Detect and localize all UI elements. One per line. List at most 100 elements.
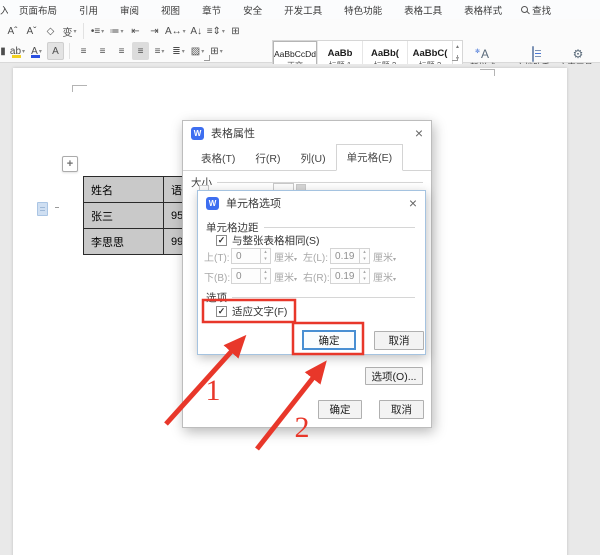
- font-color-icon[interactable]: A▾: [28, 42, 45, 60]
- tab-column[interactable]: 列(U): [291, 147, 336, 171]
- new-style-icon: A: [481, 48, 489, 61]
- menu-item-6[interactable]: 开发工具: [273, 3, 333, 17]
- pinyin-guide-icon[interactable]: 变▾: [61, 22, 78, 40]
- style-sample: AaBb(: [371, 48, 399, 59]
- tab-cell[interactable]: 单元格(E): [336, 144, 404, 171]
- ribbon-toolbar: AˆAˇ◇变▾•≡▾≔▾⇤⇥A↔▾A↓≡⇕▾⊞ ▮ab▾A▾A≡≡≡≡≡▾≣▾▨…: [0, 19, 600, 63]
- font-decrease-icon[interactable]: Aˇ: [23, 22, 40, 40]
- chevron-down-icon: ▾: [220, 48, 223, 55]
- style-sample: AaBb: [328, 48, 353, 59]
- chevron-down-icon: ▾: [39, 48, 42, 55]
- menu-item-7[interactable]: 特色功能: [333, 3, 393, 17]
- clear-format-icon[interactable]: ◇: [42, 22, 59, 40]
- align-center-icon[interactable]: ≡: [94, 42, 111, 60]
- cell-dialog-ok-button[interactable]: 确定: [302, 330, 356, 350]
- paragraph-dash: [55, 207, 59, 208]
- font-group-launcher-icon[interactable]: [204, 55, 210, 61]
- table-cell[interactable]: 李思思: [84, 229, 164, 255]
- checkbox-checked-icon[interactable]: ✓: [216, 235, 227, 246]
- top-margin-input[interactable]: 0 ▴▾: [231, 248, 271, 264]
- chevron-down-icon: ▾: [222, 28, 225, 35]
- right-margin-label: 右(R):: [303, 269, 330, 284]
- table-cell[interactable]: 张三: [84, 203, 164, 229]
- wps-logo-icon: W: [206, 197, 219, 210]
- cell-options-dialog: W 单元格选项 × 单元格边距 ✓ 与整张表格相同(S) 上(T): 0 ▴▾ …: [197, 190, 426, 355]
- style-sample: AaBbCcDd: [274, 49, 316, 59]
- cell-dialog-cancel-button[interactable]: 取消: [374, 331, 424, 350]
- close-icon[interactable]: ×: [415, 126, 423, 140]
- find-label: 查找: [532, 3, 551, 17]
- insert-table-icon[interactable]: ⊞: [227, 22, 244, 40]
- table-cell[interactable]: 姓名: [84, 177, 164, 203]
- comment-page-icon[interactable]: [37, 202, 48, 216]
- justify-icon[interactable]: ≡: [132, 42, 149, 60]
- style-sample: AaBbC(: [413, 48, 448, 59]
- top-unit-dropdown[interactable]: 厘米▾: [274, 249, 297, 264]
- dialog-titlebar[interactable]: W 单元格选项 ×: [198, 191, 425, 215]
- margin-row-top-left: 上(T): 0 ▴▾ 厘米▾ 左(L): 0.19 ▴▾ 厘米▾: [204, 248, 402, 264]
- dialog-tabs: 表格(T) 行(R) 列(U) 单元格(E): [183, 147, 431, 171]
- borders-icon[interactable]: ⊞▾: [208, 42, 225, 60]
- menu-item-5[interactable]: 安全: [232, 3, 273, 17]
- options-section: 选项: [206, 290, 415, 305]
- menu-item-3[interactable]: 视图: [150, 3, 191, 17]
- increase-indent-icon[interactable]: ⇥: [146, 22, 163, 40]
- menu-item-2[interactable]: 审阅: [109, 3, 150, 17]
- decrease-indent-icon[interactable]: ⇤: [127, 22, 144, 40]
- left-unit-dropdown[interactable]: 厘米▾: [373, 249, 396, 264]
- paragraph-group-launcher-icon[interactable]: [452, 55, 458, 61]
- tab-row[interactable]: 行(R): [245, 147, 290, 171]
- menu-item-9[interactable]: 表格样式: [453, 3, 513, 17]
- align-left-icon[interactable]: ≡: [75, 42, 92, 60]
- dialog-titlebar[interactable]: W 表格属性 ×: [183, 121, 431, 145]
- menu-bar: 入 页面布局引用审阅视图章节安全开发工具特色功能表格工具表格样式 查找: [0, 0, 600, 19]
- bullet-list-icon[interactable]: •≡▾: [89, 22, 106, 40]
- options-button[interactable]: 选项(O)...: [365, 367, 423, 385]
- table-move-handle[interactable]: +: [62, 156, 78, 172]
- align-right-icon[interactable]: ≡: [113, 42, 130, 60]
- highlight-icon[interactable]: ab▾: [9, 42, 26, 60]
- right-unit-dropdown[interactable]: 厘米▾: [373, 269, 396, 284]
- chevron-down-icon: ▾: [22, 48, 25, 55]
- right-margin-input[interactable]: 0.19 ▴▾: [330, 268, 370, 284]
- char-shading-icon[interactable]: A: [47, 42, 64, 60]
- font-increase-icon[interactable]: Aˆ: [4, 22, 21, 40]
- dialog-title: 单元格选项: [226, 195, 281, 211]
- margin-row-bottom-right: 下(B): 0 ▴▾ 厘米▾ 右(R): 0.19 ▴▾ 厘米▾: [204, 268, 402, 284]
- sort-icon[interactable]: A↓: [188, 22, 205, 40]
- top-margin-label: 上(T):: [204, 249, 231, 264]
- same-as-table-checkbox[interactable]: ✓ 与整张表格相同(S): [216, 233, 320, 248]
- left-margin-label: 左(L):: [303, 249, 330, 264]
- line-number-icon[interactable]: ≣▾: [170, 42, 187, 60]
- distribute-icon[interactable]: ≡▾: [151, 42, 168, 60]
- char-scale-icon[interactable]: A↔▾: [165, 22, 186, 40]
- find-button[interactable]: 查找: [521, 3, 551, 17]
- menu-item-0[interactable]: 页面布局: [8, 3, 68, 17]
- left-margin-input[interactable]: 0.19 ▴▾: [330, 248, 370, 264]
- spinner-icon[interactable]: ▴▾: [260, 269, 270, 283]
- tab-table[interactable]: 表格(T): [191, 147, 245, 171]
- spinner-icon[interactable]: ▴▾: [359, 249, 369, 263]
- margin-mark-right: [480, 69, 495, 76]
- wps-logo-icon: W: [191, 127, 204, 140]
- close-icon[interactable]: ×: [409, 196, 417, 210]
- checkbox-checked-icon[interactable]: ✓: [216, 306, 227, 317]
- table-dialog-ok-button[interactable]: 确定: [318, 400, 362, 419]
- menu-item-clipped[interactable]: 入: [0, 3, 8, 17]
- bottom-margin-input[interactable]: 0 ▴▾: [231, 268, 271, 284]
- format-painter-icon[interactable]: ▮: [0, 42, 7, 60]
- menu-item-4[interactable]: 章节: [191, 3, 232, 17]
- chevron-down-icon: ▾: [183, 28, 186, 35]
- menu-item-1[interactable]: 引用: [68, 3, 109, 17]
- table-dialog-cancel-button[interactable]: 取消: [379, 400, 424, 419]
- numbered-list-icon[interactable]: ≔▾: [108, 22, 125, 40]
- chevron-down-icon: ▾: [120, 28, 123, 35]
- menu-item-8[interactable]: 表格工具: [393, 3, 453, 17]
- chevron-down-icon: ▾: [182, 48, 185, 55]
- line-spacing-icon[interactable]: ≡⇕▾: [207, 22, 225, 40]
- spinner-icon[interactable]: ▴▾: [260, 249, 270, 263]
- fit-text-checkbox[interactable]: ✓ 适应文字(F): [216, 304, 287, 319]
- size-section: 大小: [191, 175, 423, 190]
- spinner-icon[interactable]: ▴▾: [359, 269, 369, 283]
- bottom-unit-dropdown[interactable]: 厘米▾: [274, 269, 297, 284]
